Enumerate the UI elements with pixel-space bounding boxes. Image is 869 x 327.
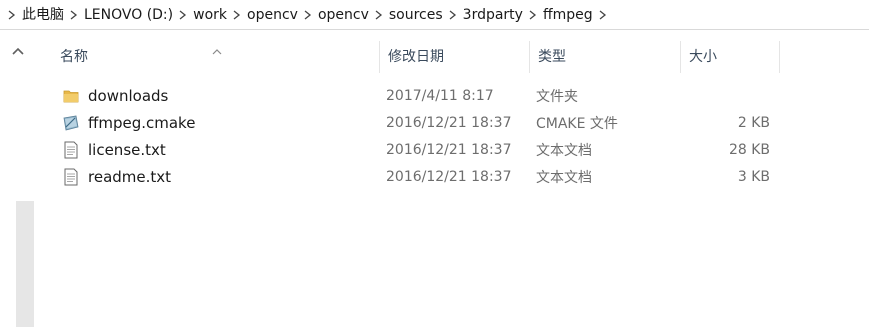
text-file-icon [62,141,80,159]
chevron-right-icon[interactable] [229,0,245,30]
text-file-icon [62,168,80,186]
breadcrumb-item-work[interactable]: work [191,0,229,30]
file-name: readme.txt [88,167,172,186]
chevron-right-icon[interactable] [175,0,191,30]
breadcrumb: 此电脑 LENOVO (D:) work opencv opencv sourc… [0,0,611,29]
file-size: 2 KB [737,114,770,131]
column-header-type-label: 类型 [538,49,566,65]
breadcrumb-item-drive[interactable]: LENOVO (D:) [82,0,175,30]
file-name-cell: license.txt [52,141,380,159]
file-date: 2017/4/11 8:17 [386,87,494,104]
chevron-right-icon[interactable] [595,0,611,30]
file-size: 28 KB [728,141,770,158]
file-type: 文件夹 [536,88,578,105]
chevron-right-icon[interactable] [525,0,541,30]
file-type: 文本文档 [536,169,592,186]
column-header-type[interactable]: 类型 [530,41,681,73]
file-name: downloads [88,86,169,105]
file-type: CMAKE 文件 [536,115,618,132]
scroll-up-arrow-icon[interactable] [11,45,25,57]
chevron-right-icon[interactable] [300,0,316,30]
scrollbar-thumb[interactable] [16,201,34,327]
address-bar[interactable]: 此电脑 LENOVO (D:) work opencv opencv sourc… [0,0,869,30]
breadcrumb-item-this-pc[interactable]: 此电脑 [20,0,66,30]
file-row-ffmpeg-cmake[interactable]: ffmpeg.cmake 2016/12/21 18:37 CMAKE 文件 2… [52,109,770,136]
breadcrumb-item-sources[interactable]: sources [387,0,445,30]
folder-icon [62,87,80,105]
file-size: 3 KB [737,168,770,185]
column-header-name[interactable]: 名称 [52,41,380,73]
file-type: 文本文档 [536,142,592,159]
file-name: ffmpeg.cmake [88,113,196,132]
sort-ascending-icon [212,35,222,55]
file-list: downloads 2017/4/11 8:17 文件夹 ffmpeg.cmak… [52,82,770,190]
breadcrumb-item-ffmpeg[interactable]: ffmpeg [541,0,595,30]
vertical-scrollbar[interactable] [0,41,34,327]
chevron-right-icon[interactable] [445,0,461,30]
file-row-downloads[interactable]: downloads 2017/4/11 8:17 文件夹 [52,82,770,109]
chevron-right-icon[interactable] [371,0,387,30]
file-row-license-txt[interactable]: license.txt 2016/12/21 18:37 文本文档 28 KB [52,136,770,163]
column-header-date[interactable]: 修改日期 [380,41,530,73]
file-name-cell: downloads [52,87,380,105]
column-header-date-label: 修改日期 [388,49,444,65]
file-date: 2016/12/21 18:37 [386,141,512,158]
chevron-right-icon[interactable] [4,0,20,30]
column-header-size-label: 大小 [689,49,717,65]
column-header-size[interactable]: 大小 [681,41,780,73]
column-header-row: 名称 修改日期 类型 大小 [52,41,780,73]
file-row-readme-txt[interactable]: readme.txt 2016/12/21 18:37 文本文档 3 KB [52,163,770,190]
breadcrumb-item-opencv[interactable]: opencv [245,0,300,30]
file-name-cell: ffmpeg.cmake [52,114,380,132]
file-name-cell: readme.txt [52,168,380,186]
file-name: license.txt [88,140,166,159]
chevron-right-icon[interactable] [66,0,82,30]
column-header-name-label: 名称 [60,49,88,65]
file-date: 2016/12/21 18:37 [386,114,512,131]
file-date: 2016/12/21 18:37 [386,168,512,185]
breadcrumb-item-3rdparty[interactable]: 3rdparty [461,0,525,30]
breadcrumb-item-opencv-sub[interactable]: opencv [316,0,371,30]
cmake-file-icon [62,114,80,132]
